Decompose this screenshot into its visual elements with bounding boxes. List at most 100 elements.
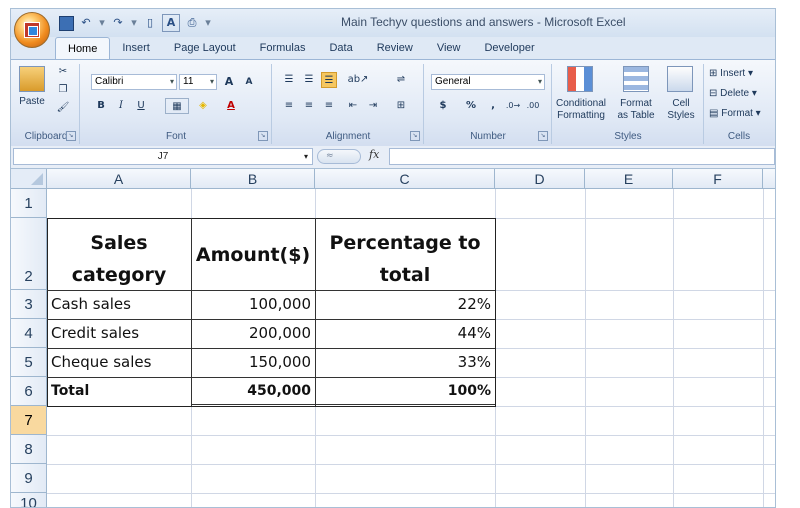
orientation-icon[interactable]: ab↗ [345, 72, 371, 88]
row-header-7[interactable]: 7 [11, 406, 47, 435]
cell-a5[interactable]: Cheque sales [51, 348, 189, 377]
print-preview-icon[interactable]: ⎙ [184, 15, 200, 31]
tab-page-layout[interactable]: Page Layout [162, 37, 248, 59]
column-header-b[interactable]: B [191, 169, 315, 189]
paste-icon[interactable] [19, 66, 45, 92]
row-header-8[interactable]: 8 [11, 435, 47, 464]
save-icon[interactable] [59, 15, 74, 31]
comma-button[interactable]: , [485, 98, 501, 114]
select-all-button[interactable] [11, 169, 47, 189]
tab-insert[interactable]: Insert [110, 37, 162, 59]
row-header-1[interactable]: 1 [11, 189, 47, 218]
row-header-3[interactable]: 3 [11, 290, 47, 319]
shrink-font-button[interactable]: A [241, 74, 257, 90]
column-header-partial[interactable] [763, 169, 775, 189]
paste-button[interactable]: Paste [15, 96, 49, 108]
cell-c4[interactable]: 44% [315, 319, 491, 348]
font-color-icon[interactable]: A [162, 14, 180, 32]
cell-c3[interactable]: 22% [315, 290, 491, 319]
increase-decimal-icon[interactable]: .0→ [505, 98, 521, 114]
cell-a3[interactable]: Cash sales [51, 290, 189, 319]
worksheet-grid[interactable]: A B C D E F 1 2 3 4 5 6 7 8 9 10 Sales c… [11, 169, 775, 507]
column-header-a[interactable]: A [47, 169, 191, 189]
underline-button[interactable]: U [133, 98, 149, 114]
cell-styles-icon[interactable] [667, 66, 693, 92]
format-painter-icon[interactable]: 🖌 [55, 100, 71, 116]
cell-b2[interactable]: Amount($) [191, 243, 315, 267]
undo-icon[interactable]: ↶ [78, 15, 94, 31]
dropdown-icon[interactable]: ▾ [98, 15, 106, 31]
cut-icon[interactable]: ✂ [55, 64, 71, 80]
formula-cancel-button[interactable]: ≈ [317, 149, 361, 164]
tab-view[interactable]: View [425, 37, 473, 59]
tab-data[interactable]: Data [317, 37, 364, 59]
insert-cells-button[interactable]: ⊞ Insert ▾ [709, 68, 753, 80]
cell-c2[interactable]: Percentage to total [315, 227, 495, 291]
tab-home[interactable]: Home [55, 37, 111, 60]
align-middle-icon[interactable]: ☰ [301, 72, 317, 88]
number-format-combo[interactable]: General ▾ [431, 74, 545, 90]
font-name-combo[interactable]: Calibri ▾ [91, 74, 177, 90]
wrap-text-icon[interactable]: ⇌ [393, 72, 409, 88]
increase-indent-icon[interactable]: ⇥ [365, 98, 381, 114]
dialog-launcher-icon[interactable]: ↘ [66, 131, 76, 141]
bold-button[interactable]: B [93, 98, 109, 114]
dropdown-icon[interactable]: ▾ [130, 15, 138, 31]
name-box[interactable]: J7 ▾ [13, 148, 313, 165]
conditional-formatting-button[interactable]: Conditional Formatting [553, 98, 609, 122]
font-size-combo[interactable]: 11 ▾ [179, 74, 217, 90]
decrease-decimal-icon[interactable]: .00 [525, 98, 541, 114]
row-header-5[interactable]: 5 [11, 348, 47, 377]
row-header-4[interactable]: 4 [11, 319, 47, 348]
column-header-c[interactable]: C [315, 169, 495, 189]
cell-b4[interactable]: 200,000 [191, 319, 311, 348]
dialog-launcher-icon[interactable]: ↘ [258, 131, 268, 141]
row-header-9[interactable]: 9 [11, 464, 47, 493]
copy-icon[interactable]: ❐ [55, 82, 71, 98]
delete-cells-button[interactable]: ⊟ Delete ▾ [709, 88, 757, 100]
format-cells-button[interactable]: ▤ Format ▾ [709, 108, 761, 120]
cell-styles-button[interactable]: Cell Styles [661, 98, 701, 122]
tab-developer[interactable]: Developer [472, 37, 546, 59]
align-top-icon[interactable]: ☰ [281, 72, 297, 88]
column-header-f[interactable]: F [673, 169, 763, 189]
font-color-icon[interactable]: A [223, 98, 239, 114]
customize-qat-icon[interactable]: ▾ [204, 15, 212, 31]
row-header-6[interactable]: 6 [11, 377, 47, 406]
format-as-table-icon[interactable] [623, 66, 649, 92]
cell-a2[interactable]: Sales category [47, 227, 191, 291]
cell-a4[interactable]: Credit sales [51, 319, 189, 348]
dialog-launcher-icon[interactable]: ↘ [410, 131, 420, 141]
insert-function-button[interactable]: fx [369, 148, 379, 161]
borders-icon[interactable]: ▦ [165, 98, 189, 114]
italic-button[interactable]: I [113, 98, 129, 114]
tab-formulas[interactable]: Formulas [248, 37, 318, 59]
column-header-e[interactable]: E [585, 169, 673, 189]
currency-button[interactable]: $ [435, 98, 451, 114]
new-icon[interactable]: ▯ [142, 15, 158, 31]
column-header-d[interactable]: D [495, 169, 585, 189]
percent-button[interactable]: % [463, 98, 479, 114]
format-as-table-button[interactable]: Format as Table [611, 98, 661, 122]
cell-b5[interactable]: 150,000 [191, 348, 311, 377]
cell-a6[interactable]: Total [51, 377, 189, 405]
align-right-icon[interactable]: ≡ [321, 98, 337, 114]
cell-c6[interactable]: 100% [315, 377, 491, 405]
grow-font-button[interactable]: A [221, 74, 237, 90]
dialog-launcher-icon[interactable]: ↘ [538, 131, 548, 141]
align-left-icon[interactable]: ≡ [281, 98, 297, 114]
align-center-icon[interactable]: ≡ [301, 98, 317, 114]
decrease-indent-icon[interactable]: ⇤ [345, 98, 361, 114]
row-header-2[interactable]: 2 [11, 218, 47, 290]
cell-b3[interactable]: 100,000 [191, 290, 311, 319]
cell-c5[interactable]: 33% [315, 348, 491, 377]
merge-center-icon[interactable]: ⊞ [393, 98, 409, 114]
office-button[interactable] [14, 12, 50, 48]
redo-icon[interactable]: ↷ [110, 15, 126, 31]
align-bottom-icon[interactable]: ☰ [321, 72, 337, 88]
fill-color-icon[interactable]: ◈ [195, 98, 211, 114]
conditional-formatting-icon[interactable] [567, 66, 593, 92]
formula-input[interactable] [389, 148, 775, 165]
cell-b6[interactable]: 450,000 [191, 377, 311, 405]
tab-review[interactable]: Review [365, 37, 425, 59]
